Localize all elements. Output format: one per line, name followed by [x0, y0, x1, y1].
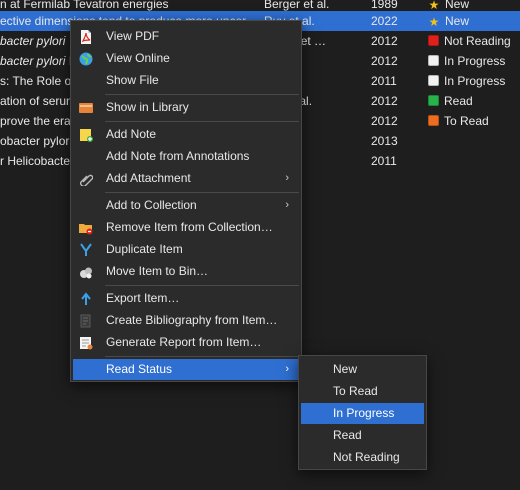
read-status-new[interactable]: New [301, 359, 424, 380]
menu-item-label: Create Bibliography from Item… [106, 313, 278, 327]
status-cell: In Progress [428, 71, 520, 91]
menu-item-label: Show File [106, 73, 159, 87]
menu-item-add-note-from-annotations[interactable]: Add Note from Annotations [73, 146, 299, 167]
item-context-menu: View PDF View Online Show File Show in L… [70, 20, 302, 382]
year-cell: 2012 [371, 94, 398, 108]
read-status-in-progress[interactable]: In Progress [301, 403, 424, 424]
folder-remove-icon [79, 221, 93, 235]
green-square-icon [428, 95, 439, 106]
menu-item-label: Read Status [106, 362, 173, 376]
orange-square-icon [428, 115, 439, 126]
year-cell: 2012 [371, 54, 398, 68]
menu-item-view-online[interactable]: View Online [73, 48, 299, 69]
menu-item-move-to-bin[interactable]: Move Item to Bin… [73, 261, 299, 282]
menu-item-remove-from-collection[interactable]: Remove Item from Collection… [73, 217, 299, 238]
title-italic-part: bacter pylori [0, 54, 66, 68]
submenu-item-label: In Progress [333, 406, 395, 420]
menu-item-label: Show in Library [106, 100, 189, 114]
export-icon [79, 292, 93, 306]
menu-separator [105, 94, 299, 95]
menu-item-view-pdf[interactable]: View PDF [73, 26, 299, 47]
menu-item-label: Add Note from Annotations [106, 149, 250, 163]
menu-separator [105, 356, 299, 357]
menu-separator [105, 121, 299, 122]
year-cell: 2013 [371, 134, 398, 148]
submenu-item-label: To Read [333, 384, 378, 398]
menu-item-label: Add Note [106, 127, 157, 141]
menu-item-read-status[interactable]: Read Status › [73, 359, 299, 380]
read-status-submenu: New To Read In Progress Read Not Reading [298, 355, 427, 470]
menu-item-label: Move Item to Bin… [106, 264, 209, 278]
library-icon [79, 101, 93, 115]
status-label: Read [444, 94, 473, 108]
status-cell: In Progress [428, 51, 520, 71]
duplicate-icon [79, 243, 93, 257]
status-cell: To Read [428, 111, 520, 131]
menu-item-export-item[interactable]: Export Item… [73, 288, 299, 309]
year-cell: 2022 [371, 14, 398, 28]
menu-separator [105, 285, 299, 286]
red-square-icon [428, 35, 439, 46]
menu-item-add-attachment[interactable]: Add Attachment › [73, 168, 299, 189]
title-italic-part: bacter pylori [0, 34, 66, 48]
year-cell: 2011 [371, 74, 397, 88]
status-label: New [445, 14, 470, 28]
note-add-icon [79, 128, 93, 142]
read-status-not-reading[interactable]: Not Reading [301, 447, 424, 468]
submenu-item-label: Not Reading [333, 450, 400, 464]
menu-item-label: View Online [106, 51, 170, 65]
submenu-item-label: New [333, 362, 358, 376]
menu-item-label: Add Attachment [106, 171, 191, 185]
menu-item-add-note[interactable]: Add Note [73, 124, 299, 145]
pdf-icon [79, 30, 93, 44]
globe-icon [79, 52, 93, 66]
status-label: To Read [444, 114, 489, 128]
submenu-arrow-icon: › [285, 363, 289, 375]
menu-item-generate-report[interactable]: Generate Report from Item… [73, 332, 299, 353]
menu-item-label: Add to Collection [106, 198, 197, 212]
status-label: Not Reading [444, 34, 511, 48]
status-cell: Not Reading [428, 31, 520, 51]
menu-item-add-to-collection[interactable]: Add to Collection › [73, 195, 299, 216]
menu-item-create-bibliography[interactable]: Create Bibliography from Item… [73, 310, 299, 331]
year-cell: 2011 [371, 154, 397, 168]
bibliography-icon [79, 314, 93, 328]
white-square-icon [428, 55, 439, 66]
menu-item-label: Duplicate Item [106, 242, 183, 256]
status-cell: Read [428, 91, 520, 111]
year-cell: 2012 [371, 34, 398, 48]
read-status-to-read[interactable]: To Read [301, 381, 424, 402]
submenu-item-label: Read [333, 428, 362, 442]
menu-item-label: View PDF [106, 29, 160, 43]
bin-icon [79, 265, 93, 279]
year-cell: 2012 [371, 114, 398, 128]
status-label: In Progress [444, 74, 506, 88]
paperclip-icon [79, 172, 94, 187]
menu-item-show-file[interactable]: Show File [73, 70, 299, 91]
star-icon: ★ [428, 0, 440, 12]
submenu-arrow-icon: › [285, 199, 289, 211]
menu-item-label: Export Item… [106, 291, 180, 305]
menu-item-label: Remove Item from Collection… [106, 220, 273, 234]
menu-separator [105, 192, 299, 193]
menu-item-duplicate-item[interactable]: Duplicate Item [73, 239, 299, 260]
report-icon [79, 336, 93, 350]
status-cell: ★ New [428, 11, 520, 31]
menu-item-show-in-library[interactable]: Show in Library [73, 97, 299, 118]
menu-item-label: Generate Report from Item… [106, 335, 262, 349]
white-square-icon [428, 75, 439, 86]
status-label: In Progress [444, 54, 506, 68]
submenu-arrow-icon: › [285, 172, 289, 184]
read-status-read[interactable]: Read [301, 425, 424, 446]
star-icon: ★ [428, 15, 440, 29]
